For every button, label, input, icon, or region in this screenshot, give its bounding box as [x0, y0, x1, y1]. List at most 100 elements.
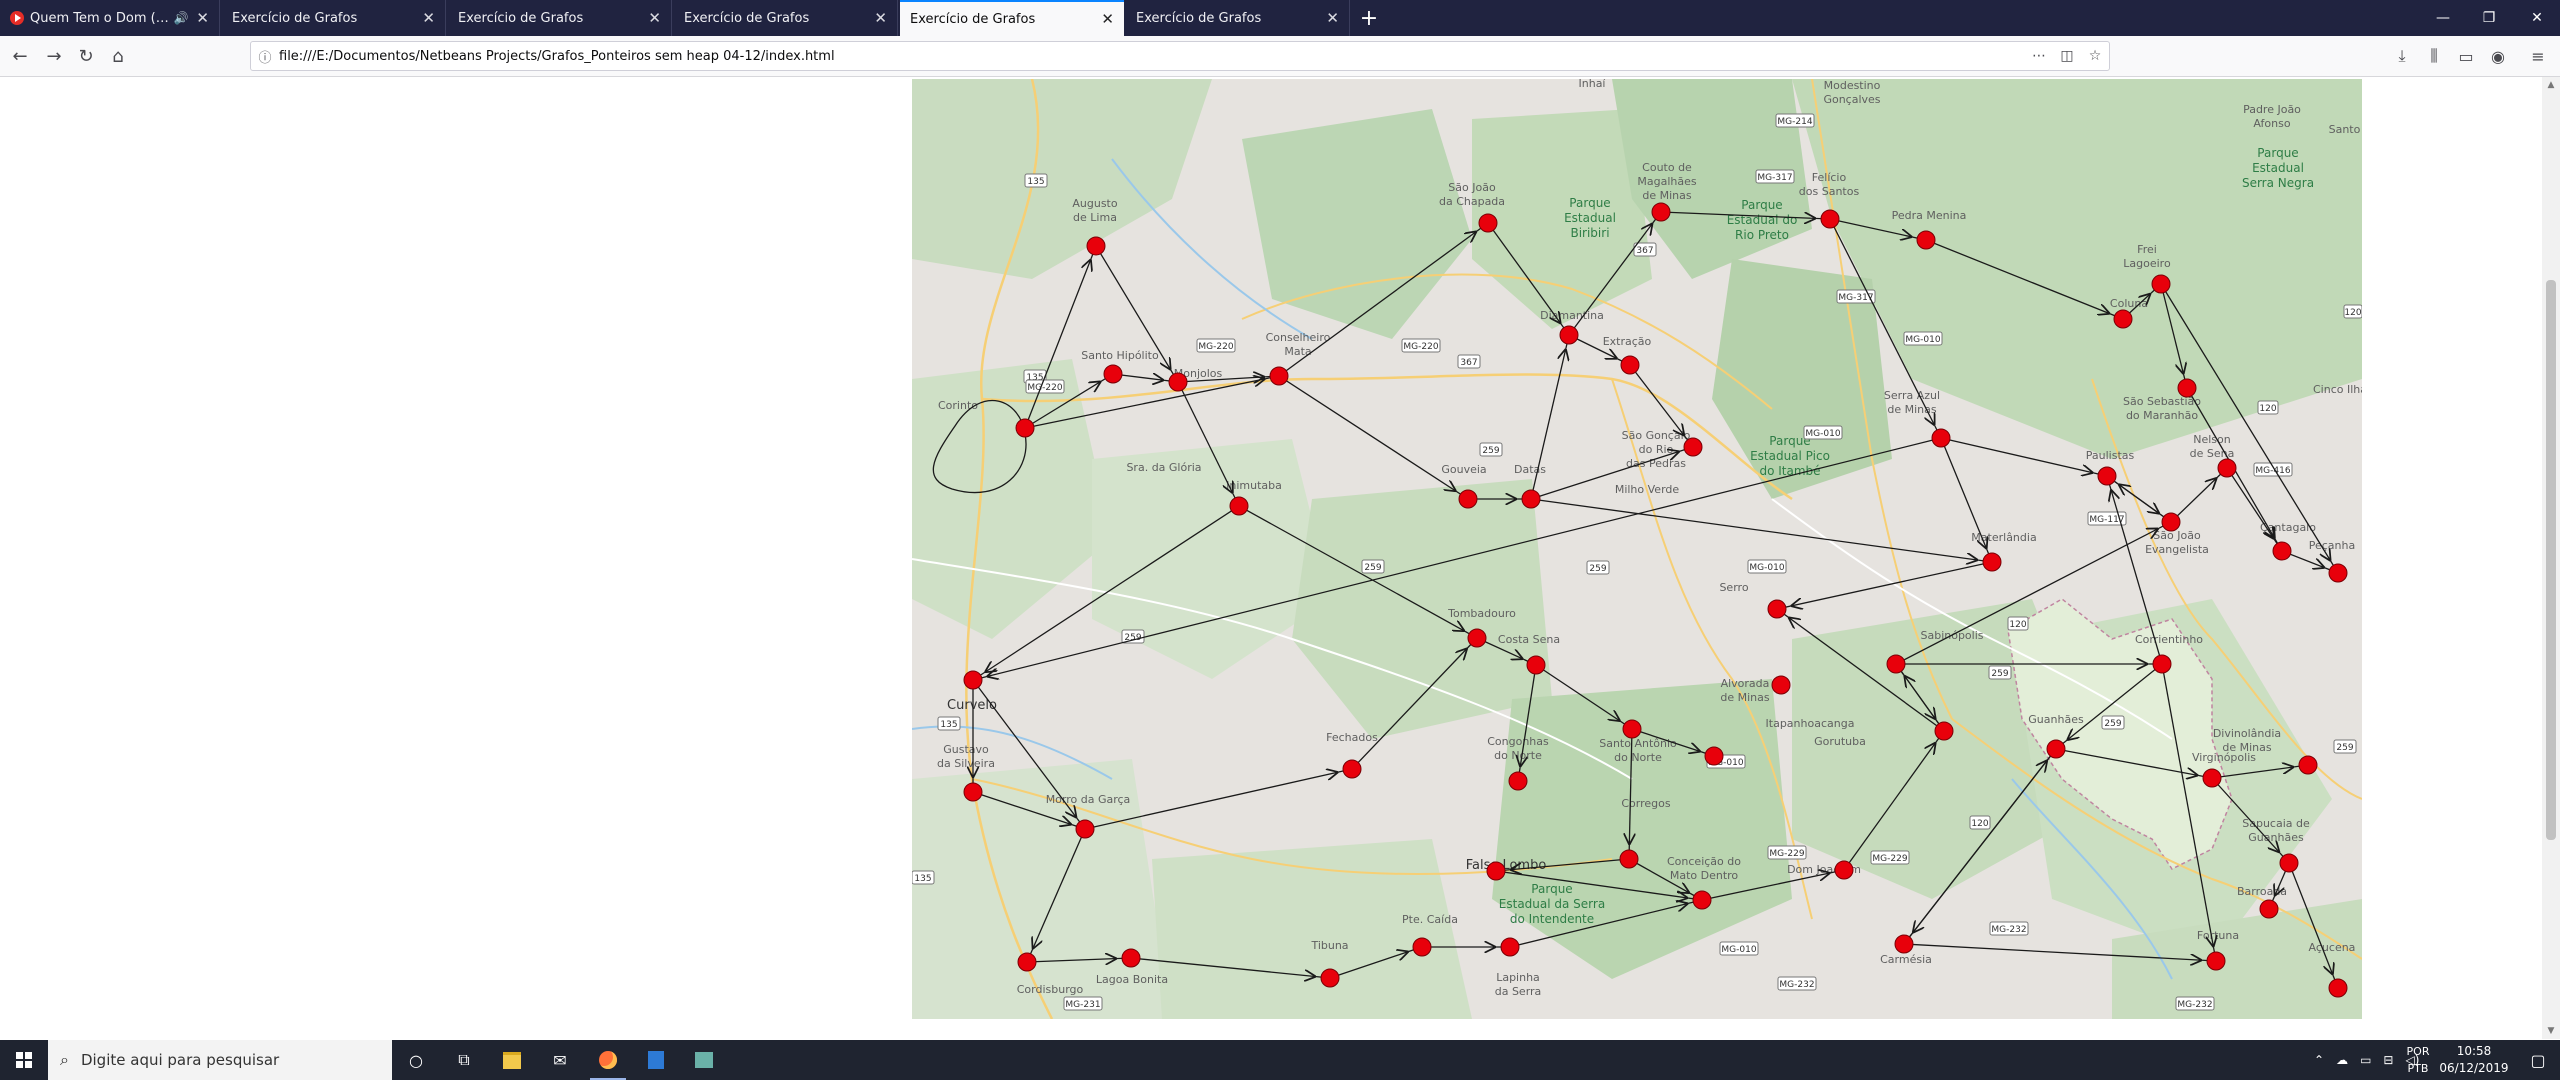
restore-button[interactable]: ❐: [2466, 0, 2512, 36]
graph-node[interactable]: [1458, 489, 1478, 509]
graph-node[interactable]: [2202, 768, 2222, 788]
graph-node[interactable]: [1559, 325, 1579, 345]
downloads-icon[interactable]: ⤓: [2388, 42, 2416, 70]
close-tab-icon[interactable]: ✕: [874, 9, 887, 27]
scrollbar-thumb[interactable]: [2546, 280, 2556, 840]
graph-node[interactable]: [1500, 937, 1520, 957]
cortana-icon[interactable]: ○: [392, 1040, 440, 1080]
tab-grafos-2[interactable]: Exercício de Grafos ✕: [448, 0, 672, 36]
graph-node[interactable]: [1820, 209, 1840, 229]
firefox-icon[interactable]: [584, 1040, 632, 1080]
info-icon[interactable]: ⓘ: [251, 47, 279, 66]
graph-node[interactable]: [1121, 948, 1141, 968]
close-tab-icon[interactable]: ✕: [1326, 9, 1339, 27]
app-icon[interactable]: [632, 1040, 680, 1080]
app2-icon[interactable]: [680, 1040, 728, 1080]
graph-node[interactable]: [1982, 552, 2002, 572]
home-button[interactable]: ⌂: [104, 42, 132, 70]
graph-node[interactable]: [2272, 541, 2292, 561]
new-tab-button[interactable]: +: [1354, 0, 1384, 36]
graph-node[interactable]: [1075, 819, 1095, 839]
tab-grafos-3[interactable]: Exercício de Grafos ✕: [674, 0, 898, 36]
start-button[interactable]: [0, 1040, 48, 1080]
graph-node[interactable]: [1478, 213, 1498, 233]
graph-node[interactable]: [1526, 655, 1546, 675]
graph-node[interactable]: [1934, 721, 1954, 741]
graph-node[interactable]: [2298, 755, 2318, 775]
taskbar-search[interactable]: ⌕ Digite aqui para pesquisar: [48, 1040, 392, 1080]
graph-node[interactable]: [2046, 739, 2066, 759]
scroll-up-arrow[interactable]: ▲: [2546, 80, 2556, 90]
graph-node[interactable]: [2206, 951, 2226, 971]
menu-icon[interactable]: ≡: [2524, 42, 2552, 70]
graph-node[interactable]: [2328, 978, 2348, 998]
task-view-icon[interactable]: ⧉: [440, 1040, 488, 1080]
graph-node[interactable]: [2152, 654, 2172, 674]
graph-node[interactable]: [1015, 418, 1035, 438]
close-tab-icon[interactable]: ✕: [422, 9, 435, 27]
tab-grafos-1[interactable]: Exercício de Grafos ✕: [222, 0, 446, 36]
bookmark-star-icon[interactable]: ☆: [2081, 48, 2109, 64]
reload-button[interactable]: ↻: [72, 42, 100, 70]
graph-node[interactable]: [1620, 355, 1640, 375]
graph-node[interactable]: [1412, 937, 1432, 957]
file-explorer-icon[interactable]: [488, 1040, 536, 1080]
graph-node[interactable]: [1834, 860, 1854, 880]
graph-node[interactable]: [2113, 309, 2133, 329]
notifications-icon[interactable]: ▢: [2514, 1040, 2560, 1080]
close-window-button[interactable]: ✕: [2514, 0, 2560, 36]
library-icon[interactable]: ⫼: [2420, 42, 2448, 70]
graph-node[interactable]: [1486, 861, 1506, 881]
graph-node[interactable]: [1168, 372, 1188, 392]
graph-node[interactable]: [1508, 771, 1528, 791]
graph-node[interactable]: [2177, 378, 2197, 398]
graph-node[interactable]: [1229, 496, 1249, 516]
graph-node[interactable]: [963, 670, 983, 690]
page-actions-icon[interactable]: ⋯: [2025, 48, 2053, 64]
graph-node[interactable]: [1704, 746, 1724, 766]
graph-node[interactable]: [2279, 853, 2299, 873]
graph-node[interactable]: [1651, 202, 1671, 222]
account-icon[interactable]: ◉: [2484, 42, 2512, 70]
graph-node[interactable]: [2161, 512, 2181, 532]
cloud-icon[interactable]: ☁: [2336, 1053, 2348, 1067]
forward-button[interactable]: →: [40, 42, 68, 70]
network-icon[interactable]: ⊟: [2383, 1053, 2393, 1067]
graph-node[interactable]: [2097, 466, 2117, 486]
tab-youtube[interactable]: Quem Tem o Dom (part. W... 🔊 ✕: [0, 0, 220, 36]
graph-node[interactable]: [2217, 458, 2237, 478]
battery-icon[interactable]: ▭: [2360, 1053, 2371, 1067]
graph-node[interactable]: [2259, 899, 2279, 919]
graph-node[interactable]: [1886, 654, 1906, 674]
graph-node[interactable]: [1467, 628, 1487, 648]
graph-node[interactable]: [963, 782, 983, 802]
speaker-icon[interactable]: 🔊: [173, 11, 188, 25]
graph-node[interactable]: [1342, 759, 1362, 779]
tab-grafos-active[interactable]: Exercício de Grafos ✕: [900, 0, 1124, 36]
close-tab-icon[interactable]: ✕: [648, 9, 661, 27]
graph-node[interactable]: [1269, 366, 1289, 386]
graph-node[interactable]: [2328, 563, 2348, 583]
graph-node[interactable]: [1894, 934, 1914, 954]
graph-node[interactable]: [1771, 675, 1791, 695]
graph-node[interactable]: [1320, 968, 1340, 988]
close-tab-icon[interactable]: ✕: [196, 9, 209, 27]
pocket-icon[interactable]: ◫: [2053, 48, 2081, 64]
language-indicator[interactable]: POR PTB: [2400, 1043, 2436, 1077]
back-button[interactable]: ←: [6, 42, 34, 70]
graph-node[interactable]: [2151, 274, 2171, 294]
graph-node[interactable]: [1931, 428, 1951, 448]
map-canvas[interactable]: Parque Estadual Biribiri Parque Estadual…: [912, 79, 2362, 1019]
chevron-up-icon[interactable]: ⌃: [2314, 1053, 2324, 1067]
graph-node[interactable]: [1683, 437, 1703, 457]
graph-node[interactable]: [1619, 849, 1639, 869]
minimize-button[interactable]: —: [2420, 0, 2466, 36]
graph-node[interactable]: [1916, 230, 1936, 250]
address-bar[interactable]: ⓘ file:///E:/Documentos/Netbeans Project…: [250, 41, 2110, 71]
graph-node[interactable]: [1622, 719, 1642, 739]
sidebar-icon[interactable]: ▭: [2452, 42, 2480, 70]
graph-node[interactable]: [1103, 364, 1123, 384]
close-tab-icon[interactable]: ✕: [1101, 10, 1114, 28]
graph-node[interactable]: [1692, 890, 1712, 910]
clock[interactable]: 10:58 06/12/2019: [2434, 1043, 2514, 1077]
